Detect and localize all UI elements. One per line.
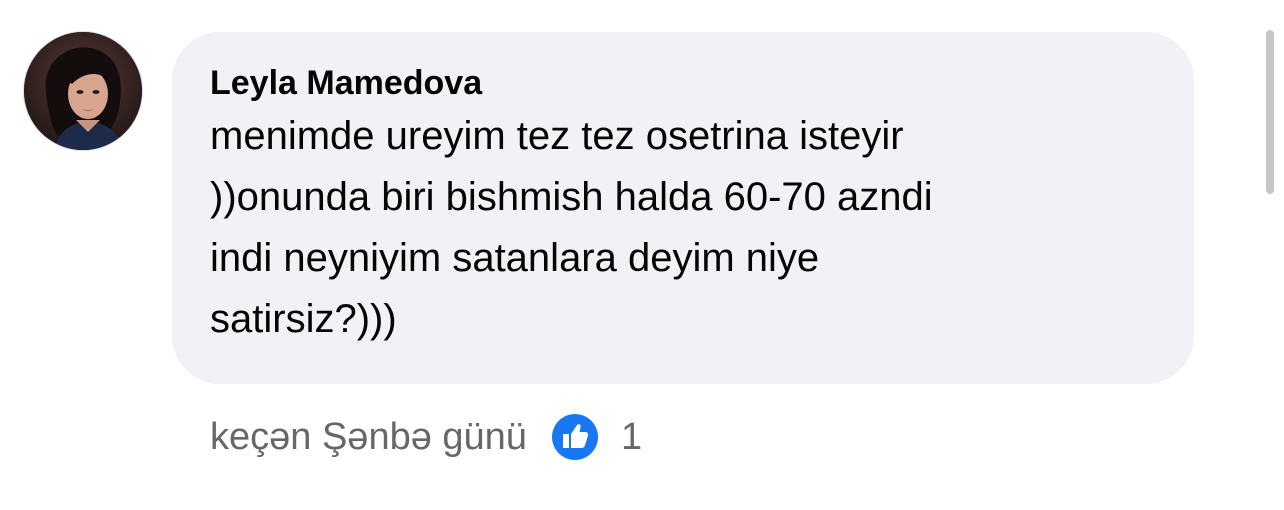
comment-author[interactable]: Leyla Mamedova (210, 62, 1156, 104)
avatar-image (24, 32, 142, 150)
scrollbar-thumb[interactable] (1266, 30, 1274, 194)
avatar[interactable] (24, 32, 142, 150)
comment-bubble: Leyla Mamedova menimde ureyim tez tez os… (172, 32, 1194, 384)
comment-meta: keçən Şənbə günü 1 (210, 410, 642, 464)
comment-text-line: ))onunda biri bishmish halda 60-70 azndi (210, 175, 933, 219)
comment-text-line: satirsiz?))) (210, 297, 397, 341)
comment: Leyla Mamedova menimde ureyim tez tez os… (0, 0, 1284, 510)
reaction-count[interactable]: 1 (621, 410, 642, 464)
comment-text-line: indi neyniyim satanlara deyim niye (210, 236, 820, 280)
like-icon[interactable] (551, 413, 599, 461)
comment-text: menimde ureyim tez tez osetrina isteyir … (210, 106, 1110, 350)
comment-text-line: menimde ureyim tez tez osetrina isteyir (210, 114, 904, 158)
comment-timestamp[interactable]: keçən Şənbə günü (210, 410, 527, 464)
